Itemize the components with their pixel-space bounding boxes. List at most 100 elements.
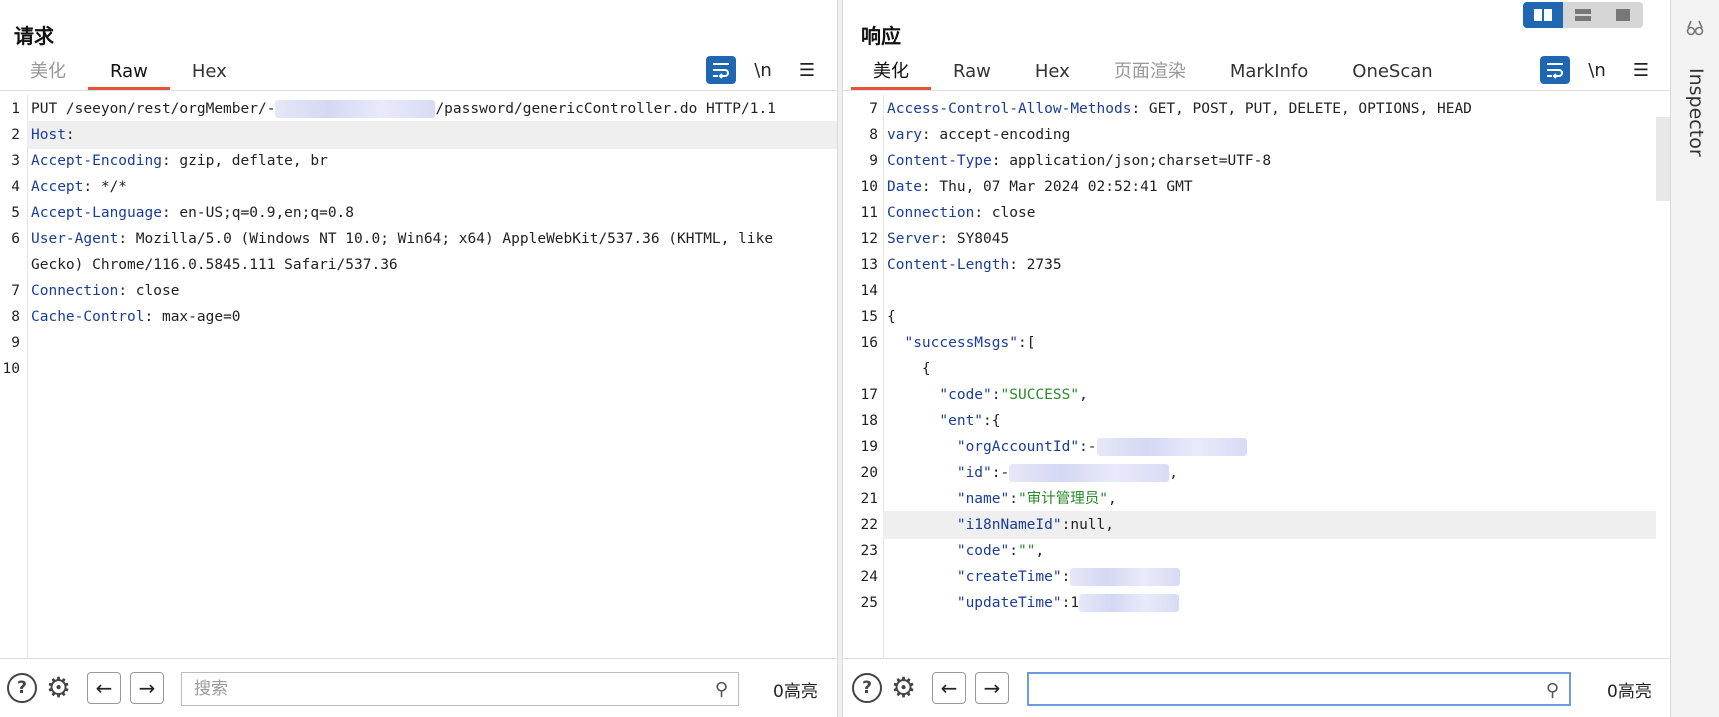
line-number: 8 bbox=[869, 127, 878, 143]
code-line: 8 Cache-Control: max-age=0 bbox=[0, 303, 837, 331]
hamburger-menu-icon[interactable]: ☰ bbox=[1626, 56, 1656, 84]
line-number: 12 bbox=[860, 231, 878, 247]
text-segment bbox=[887, 439, 957, 455]
gear-icon[interactable]: ⚙ bbox=[46, 671, 71, 704]
top-bottom-layout-icon[interactable] bbox=[1563, 2, 1603, 28]
line-code: PUT /seeyon/rest/orgMember/- /password/ge… bbox=[31, 95, 776, 123]
field-key: Accept-Encoding bbox=[31, 153, 162, 169]
redacted-value bbox=[1096, 438, 1247, 456]
text-segment: : Thu, 07 Mar 2024 02:52:41 GMT bbox=[921, 179, 1193, 195]
line-code: { bbox=[887, 303, 896, 331]
response-tabs: 美化 Raw Hex 页面渲染 MarkInfo OneScan bbox=[851, 56, 1455, 90]
request-pane: 请求 美化 Raw Hex \n ☰ 1 PUT /seeyon/rest/org… bbox=[0, 0, 837, 717]
line-code: "code":"", bbox=[887, 537, 1044, 565]
line-code: "code":"SUCCESS", bbox=[887, 381, 1087, 409]
response-scrollbar[interactable] bbox=[1656, 117, 1670, 201]
response-search-bar: ? ⚙ ← → ⚲ 0高亮 bbox=[843, 658, 1670, 717]
code-line: 25 "updateTime":1 bbox=[843, 589, 1656, 617]
inspector-label[interactable]: Inspector bbox=[1685, 68, 1707, 157]
back-arrow-icon[interactable]: ← bbox=[87, 672, 121, 704]
text-segment: : */* bbox=[83, 179, 128, 195]
line-number: 4 bbox=[11, 179, 20, 195]
tab-onescan[interactable]: OneScan bbox=[1330, 56, 1454, 88]
field-key: "ent" bbox=[939, 413, 984, 429]
request-search-input-wrap: ⚲ bbox=[181, 672, 739, 706]
single-pane-layout-icon[interactable] bbox=[1603, 2, 1643, 28]
request-editor[interactable]: 1 PUT /seeyon/rest/orgMember/- /password/g… bbox=[0, 95, 837, 659]
wrap-lines-icon[interactable] bbox=[1540, 56, 1570, 84]
line-number: 11 bbox=[860, 205, 878, 221]
code-line: 21 "name":"审计管理员", bbox=[843, 485, 1656, 513]
code-line: Gecko) Chrome/116.0.5845.111 Safari/537.… bbox=[0, 251, 837, 279]
field-key: "code" bbox=[956, 543, 1010, 559]
line-number: 7 bbox=[11, 283, 20, 299]
response-title: 响应 bbox=[861, 24, 901, 48]
tab-markinfo[interactable]: MarkInfo bbox=[1208, 56, 1330, 88]
line-number: 22 bbox=[860, 517, 878, 533]
gear-icon[interactable]: ⚙ bbox=[891, 671, 916, 704]
hamburger-menu-icon[interactable]: ☰ bbox=[792, 56, 822, 84]
tab-hex[interactable]: Hex bbox=[1013, 56, 1092, 88]
field-key: User-Agent bbox=[31, 231, 119, 247]
code-line: 22 "i18nNameId":null, bbox=[861, 511, 1656, 539]
tab-pretty[interactable]: 美化 bbox=[8, 56, 88, 88]
response-search-input[interactable] bbox=[1039, 678, 1569, 700]
text-segment: : bbox=[1009, 491, 1018, 507]
string-value: "SUCCESS" bbox=[1000, 387, 1080, 403]
text-segment: : en-US;q=0.9,en;q=0.8 bbox=[161, 205, 355, 221]
response-editor[interactable]: 7 Access-Control-Allow-Methods: GET, POST… bbox=[843, 95, 1656, 659]
text-segment: : close bbox=[974, 205, 1036, 221]
line-number: 21 bbox=[860, 491, 878, 507]
response-pane: 响应 美化 Raw Hex 页面渲染 MarkInfo OneScan \n ☰… bbox=[843, 0, 1670, 717]
code-line: 11 Connection: close bbox=[843, 199, 1656, 227]
request-highlight-count: 0高亮 bbox=[773, 682, 818, 702]
field-key: "i18nNameId" bbox=[956, 517, 1062, 533]
request-search-bar: ? ⚙ ← → ⚲ 0高亮 bbox=[0, 658, 837, 717]
field-key: Cache-Control bbox=[31, 309, 145, 325]
forward-arrow-icon[interactable]: → bbox=[130, 672, 164, 704]
forward-arrow-icon[interactable]: → bbox=[975, 672, 1009, 704]
tab-raw[interactable]: Raw bbox=[88, 56, 170, 90]
field-key: Content-Length bbox=[887, 257, 1010, 273]
field-key: vary bbox=[887, 127, 922, 143]
code-line: 9 bbox=[0, 329, 837, 357]
tab-raw[interactable]: Raw bbox=[931, 56, 1013, 88]
response-search-input-wrap: ⚲ bbox=[1027, 672, 1571, 706]
wrap-lines-icon[interactable] bbox=[706, 56, 736, 84]
line-code: Date: Thu, 07 Mar 2024 02:52:41 GMT bbox=[887, 173, 1193, 201]
line-code: Accept: */* bbox=[31, 173, 127, 201]
side-by-side-layout-icon[interactable] bbox=[1523, 2, 1563, 28]
text-segment: : bbox=[1009, 543, 1018, 559]
line-number: 23 bbox=[860, 543, 878, 559]
line-number: 24 bbox=[860, 569, 878, 585]
text-segment: : accept-encoding bbox=[921, 127, 1071, 143]
line-number: 3 bbox=[11, 153, 20, 169]
help-icon[interactable]: ? bbox=[852, 673, 882, 703]
newline-toggle-button[interactable]: \n bbox=[1582, 56, 1612, 84]
inspector-panel[interactable]: Inspector bbox=[1670, 0, 1719, 717]
text-segment bbox=[887, 335, 904, 351]
code-line: 15 { bbox=[843, 303, 1656, 331]
tab-hex[interactable]: Hex bbox=[170, 56, 249, 88]
text-segment bbox=[887, 569, 957, 585]
code-line: 17 "code":"SUCCESS", bbox=[843, 381, 1656, 409]
code-line: 18 "ent":{ bbox=[843, 407, 1656, 435]
line-number: 17 bbox=[860, 387, 878, 403]
string-value: "审计管理员" bbox=[1017, 491, 1108, 507]
help-icon[interactable]: ? bbox=[7, 673, 37, 703]
back-arrow-icon[interactable]: ← bbox=[932, 672, 966, 704]
tab-pretty[interactable]: 美化 bbox=[851, 56, 931, 90]
tab-render[interactable]: 页面渲染 bbox=[1092, 56, 1208, 88]
text-segment bbox=[887, 595, 957, 611]
newline-toggle-button[interactable]: \n bbox=[748, 56, 778, 84]
inspector-icon[interactable] bbox=[1685, 18, 1705, 43]
text-segment: :null, bbox=[1061, 517, 1114, 533]
code-line: 8 vary: accept-encoding bbox=[843, 121, 1656, 149]
request-search-input[interactable] bbox=[192, 678, 738, 700]
line-code: Server: SY8045 bbox=[887, 225, 1009, 253]
text-segment bbox=[887, 491, 957, 507]
field-key: Server bbox=[887, 231, 940, 247]
line-number: 18 bbox=[860, 413, 878, 429]
field-key: Accept bbox=[31, 179, 84, 195]
text-segment: { bbox=[887, 309, 896, 325]
